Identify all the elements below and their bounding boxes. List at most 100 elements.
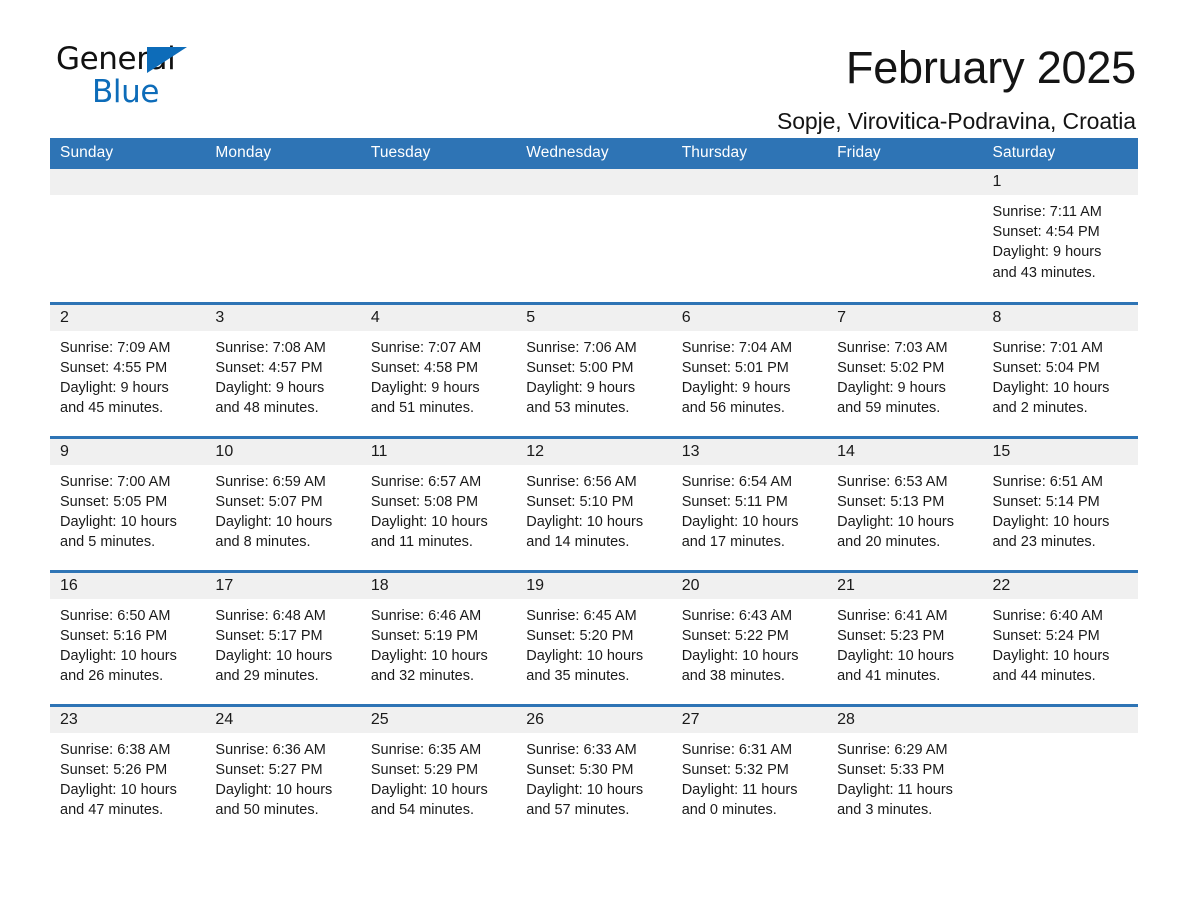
sunrise-time: Sunrise: 6:50 AM (60, 607, 171, 624)
sunrise-time: Sunrise: 6:45 AM (526, 607, 637, 624)
daylight-duration-line2: and 38 minutes. (681, 668, 785, 685)
calendar-day-cell[interactable]: 5 Sunrise: 7:06 AM Sunset: 5:00 PM Daylight… (516, 301, 672, 437)
calendar-day-cell[interactable]: 13 Sunrise: 6:54 AM Sunset: 5:11 PM Dayligh… (671, 435, 828, 571)
sunset-time: Sunset: 5:24 PM (992, 627, 1100, 644)
sunrise-time: Sunrise: 7:01 AM (992, 339, 1103, 356)
calendar-day-cell[interactable]: 22 Sunrise: 6:40 AM Sunset: 5:24 PM Dayligh… (982, 569, 1138, 705)
calendar-day-cell-empty (360, 169, 517, 303)
calendar-day-cell[interactable]: 21 Sunrise: 6:41 AM Sunset: 5:23 PM Dayligh… (827, 569, 983, 705)
calendar-day-cell[interactable]: 16 Sunrise: 6:50 AM Sunset: 5:16 PM Dayligh… (50, 569, 206, 705)
day-number: 16 (50, 572, 206, 599)
calendar-day-cell[interactable]: 7 Sunrise: 7:03 AM Sunset: 5:02 PM Daylight… (827, 301, 983, 437)
day-cell-inner: 26 Sunrise: 6:33 AM Sunset: 5:30 PM Dayligh… (516, 706, 672, 821)
sunrise-time: Sunrise: 6:59 AM (215, 473, 326, 490)
day-number (982, 706, 1138, 733)
calendar-day-cell-empty (671, 169, 828, 303)
daylight-duration-line1: Daylight: 9 hours (992, 244, 1102, 261)
day-cell-inner: 13 Sunrise: 6:54 AM Sunset: 5:11 PM Dayligh… (671, 438, 828, 553)
daylight-duration-line1: Daylight: 10 hours (992, 513, 1110, 530)
calendar-day-cell[interactable]: 11 Sunrise: 6:57 AM Sunset: 5:08 PM Dayligh… (360, 435, 517, 571)
day-number: 11 (360, 438, 517, 465)
calendar-day-cell[interactable]: 4 Sunrise: 7:07 AM Sunset: 4:58 PM Daylight… (360, 301, 517, 437)
daylight-duration-line2: and 51 minutes. (370, 400, 475, 417)
daylight-duration-line1: Daylight: 10 hours (215, 513, 333, 530)
day-details: Sunrise: 6:57 AM Sunset: 5:08 PM Daylight:… (361, 465, 516, 553)
calendar-day-cell[interactable]: 19 Sunrise: 6:45 AM Sunset: 5:20 PM Dayligh… (516, 569, 672, 705)
sunset-time: Sunset: 5:29 PM (370, 761, 479, 778)
calendar-day-cell[interactable]: 23 Sunrise: 6:38 AM Sunset: 5:26 PM Dayligh… (50, 703, 206, 839)
calendar-week-row: 2 Sunrise: 7:09 AM Sunset: 4:55 PM Daylight… (50, 301, 1138, 437)
calendar-day-cell[interactable]: 26 Sunrise: 6:33 AM Sunset: 5:30 PM Dayligh… (516, 703, 672, 839)
day-number: 22 (982, 572, 1138, 599)
day-details: Sunrise: 6:54 AM Sunset: 5:11 PM Daylight:… (672, 465, 827, 553)
calendar-day-cell[interactable]: 28 Sunrise: 6:29 AM Sunset: 5:33 PM Dayligh… (827, 703, 983, 839)
location-subtitle: Sopje, Virovitica-Podravina, Croatia (776, 108, 1136, 134)
calendar-day-cell[interactable]: 9 Sunrise: 7:00 AM Sunset: 5:05 PM Daylight… (50, 435, 206, 571)
calendar-day-cell[interactable]: 15 Sunrise: 6:51 AM Sunset: 5:14 PM Dayligh… (982, 435, 1138, 571)
day-number: 19 (516, 572, 672, 599)
day-cell-inner: 6 Sunrise: 7:04 AM Sunset: 5:01 PM Daylight… (671, 304, 828, 419)
day-details (827, 195, 982, 202)
calendar-day-cell[interactable]: 3 Sunrise: 7:08 AM Sunset: 4:57 PM Daylight… (205, 301, 361, 437)
sunrise-time: Sunrise: 7:04 AM (681, 339, 793, 356)
calendar-day-cell[interactable]: 14 Sunrise: 6:53 AM Sunset: 5:13 PM Dayligh… (827, 435, 983, 571)
calendar-day-cell[interactable]: 10 Sunrise: 6:59 AM Sunset: 5:07 PM Dayligh… (205, 435, 361, 571)
calendar-day-cell[interactable]: 8 Sunrise: 7:01 AM Sunset: 5:04 PM Daylight… (982, 301, 1138, 437)
calendar-day-cell[interactable]: 17 Sunrise: 6:48 AM Sunset: 5:17 PM Dayligh… (205, 569, 361, 705)
day-details: Sunrise: 7:04 AM Sunset: 5:01 PM Daylight:… (672, 331, 827, 419)
daylight-duration-line1: Daylight: 10 hours (215, 647, 333, 664)
day-number: 26 (516, 706, 672, 733)
calendar-day-cell[interactable]: 1 Sunrise: 7:11 AM Sunset: 4:54 PM Daylight… (982, 169, 1138, 303)
sunrise-time: Sunrise: 6:57 AM (370, 473, 482, 490)
sunset-time: Sunset: 4:58 PM (370, 359, 479, 376)
calendar-day-cell[interactable]: 25 Sunrise: 6:35 AM Sunset: 5:29 PM Dayligh… (360, 703, 517, 839)
calendar-day-cell[interactable]: 18 Sunrise: 6:46 AM Sunset: 5:19 PM Dayligh… (360, 569, 517, 705)
daylight-duration-line1: Daylight: 10 hours (837, 513, 954, 530)
daylight-duration-line2: and 5 minutes. (60, 534, 156, 551)
calendar-day-cell[interactable]: 12 Sunrise: 6:56 AM Sunset: 5:10 PM Dayligh… (516, 435, 672, 571)
daylight-duration-line2: and 14 minutes. (526, 534, 630, 551)
daylight-duration-line2: and 17 minutes. (681, 534, 785, 551)
daylight-duration-line1: Daylight: 9 hours (837, 379, 946, 396)
sunset-time: Sunset: 5:22 PM (681, 627, 789, 644)
calendar-day-cell[interactable]: 27 Sunrise: 6:31 AM Sunset: 5:32 PM Dayligh… (671, 703, 828, 839)
calendar-day-cell[interactable]: 6 Sunrise: 7:04 AM Sunset: 5:01 PM Daylight… (671, 301, 828, 437)
calendar-week-row: 23 Sunrise: 6:38 AM Sunset: 5:26 PM Dayligh… (50, 703, 1138, 839)
weekday-header-saturday: Saturday (982, 138, 1138, 169)
day-cell-inner: 7 Sunrise: 7:03 AM Sunset: 5:02 PM Daylight… (827, 304, 983, 419)
daylight-duration-line1: Daylight: 9 hours (681, 379, 791, 396)
day-cell-inner: 4 Sunrise: 7:07 AM Sunset: 4:58 PM Daylight… (360, 304, 517, 419)
day-details: Sunrise: 7:06 AM Sunset: 5:00 PM Daylight:… (516, 331, 671, 419)
sunrise-time: Sunrise: 6:53 AM (837, 473, 948, 490)
day-number: 12 (516, 438, 672, 465)
day-cell-inner: 19 Sunrise: 6:45 AM Sunset: 5:20 PM Dayligh… (516, 572, 672, 687)
weekday-header-tuesday: Tuesday (360, 138, 517, 169)
day-details: Sunrise: 6:31 AM Sunset: 5:32 PM Daylight:… (672, 733, 827, 821)
daylight-duration-line1: Daylight: 9 hours (370, 379, 480, 396)
calendar-day-cell-empty (982, 703, 1138, 839)
sunrise-sunset-calendar: Sunday Monday Tuesday Wednesday Thursday… (50, 138, 1138, 839)
triangle-icon (147, 47, 187, 73)
weekday-header-wednesday: Wednesday (516, 138, 672, 169)
daylight-duration-line1: Daylight: 10 hours (526, 647, 644, 664)
sunrise-time: Sunrise: 6:46 AM (370, 607, 482, 624)
day-details: Sunrise: 6:43 AM Sunset: 5:22 PM Daylight:… (672, 599, 827, 687)
day-details: Sunrise: 7:11 AM Sunset: 4:54 PM Daylight:… (983, 195, 1138, 283)
calendar-day-cell[interactable]: 24 Sunrise: 6:36 AM Sunset: 5:27 PM Dayligh… (205, 703, 361, 839)
weekday-header-friday: Friday (827, 138, 983, 169)
weekday-header-monday: Monday (205, 138, 361, 169)
daylight-duration-line2: and 59 minutes. (837, 400, 941, 417)
sunset-time: Sunset: 5:32 PM (681, 761, 789, 778)
generalblue-logo[interactable]: General Blue (50, 42, 206, 112)
day-number: 21 (827, 572, 983, 599)
sunrise-time: Sunrise: 6:48 AM (215, 607, 326, 624)
day-cell-inner: 8 Sunrise: 7:01 AM Sunset: 5:04 PM Daylight… (982, 304, 1138, 419)
sunset-time: Sunset: 5:08 PM (370, 493, 479, 510)
calendar-day-cell[interactable]: 20 Sunrise: 6:43 AM Sunset: 5:22 PM Dayligh… (671, 569, 828, 705)
sunrise-time: Sunrise: 7:08 AM (215, 339, 326, 356)
day-details: Sunrise: 6:50 AM Sunset: 5:16 PM Daylight:… (50, 599, 205, 687)
daylight-duration-line1: Daylight: 10 hours (526, 781, 644, 798)
calendar-day-cell[interactable]: 2 Sunrise: 7:09 AM Sunset: 4:55 PM Daylight… (50, 301, 206, 437)
day-cell-inner: 25 Sunrise: 6:35 AM Sunset: 5:29 PM Dayligh… (360, 706, 517, 821)
day-cell-inner: 14 Sunrise: 6:53 AM Sunset: 5:13 PM Dayligh… (827, 438, 983, 553)
